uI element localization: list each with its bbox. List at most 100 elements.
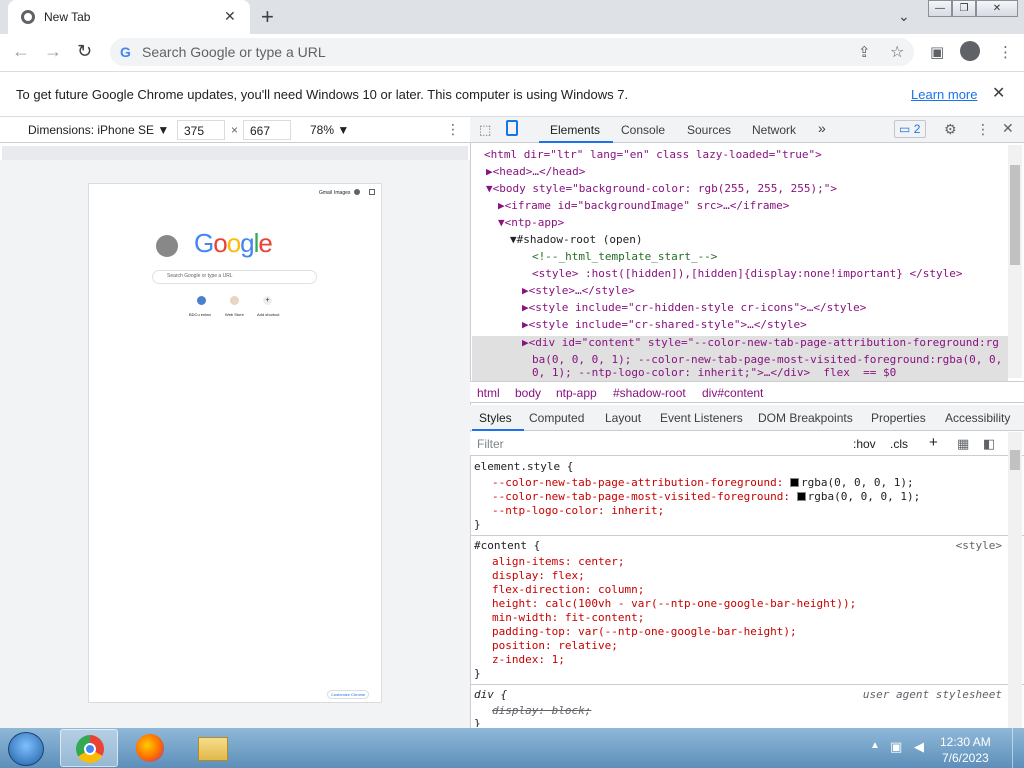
taskbar-explorer[interactable] [184,729,242,767]
css-declaration[interactable]: height: calc(100vh - var(--ntp-one-googl… [474,597,1006,611]
crumb-body[interactable]: body [515,386,541,400]
hov-toggle[interactable]: :hov [853,437,876,451]
css-declaration[interactable]: padding-top: var(--ntp-one-google-bar-he… [474,625,1006,639]
dom-line[interactable]: ▼<body style="background-color: rgb(255,… [472,180,1008,197]
omnibox[interactable]: G Search Google or type a URL ⇪ ☆ [110,38,914,66]
tab-network[interactable]: Network [752,123,796,137]
emulated-phone-page[interactable]: Gmail Images Google Search Google or typ… [88,183,382,703]
shortcut-1-icon[interactable] [197,296,206,305]
dom-scrollbar-thumb[interactable] [1010,165,1020,265]
dom-line[interactable]: ▶<style include="cr-hidden-style cr-icon… [472,299,1008,316]
bookmark-star-icon[interactable]: ☆ [890,42,904,62]
ntp-search-box[interactable]: Search Google or type a URL [152,270,317,284]
tab-computed[interactable]: Computed [529,411,584,425]
dom-line[interactable]: 0, 1); --ntp-logo-color: inherit;">…</di… [472,366,1008,379]
dom-line[interactable]: ▶<style include="cr-shared-style">…</sty… [472,316,1008,333]
crumb-shadow-root[interactable]: #shadow-root [613,386,686,400]
toggle-sidebar-icon[interactable]: ◧ [983,436,995,452]
dom-line[interactable]: ▶<head>…</head> [472,163,1008,180]
minimize-button[interactable]: — [928,0,952,17]
zoom-select[interactable]: 78% ▼ [310,123,349,137]
volume-muted-icon[interactable]: ◀ [914,739,924,755]
device-select[interactable]: Dimensions: iPhone SE ▼ [28,123,169,137]
paint-icon[interactable]: ▦ [957,436,969,452]
more-tabs-icon[interactable]: » [818,120,826,136]
new-rule-icon[interactable]: + [929,434,938,451]
styles-filter-input[interactable]: Filter [477,437,504,451]
tab-close-icon[interactable]: ✕ [224,8,236,25]
tab-styles[interactable]: Styles [479,411,512,425]
system-clock[interactable]: 12:30 AM 7/6/2023 [940,734,991,766]
restore-button[interactable]: ❐ [952,0,976,17]
dom-line[interactable]: <style> :host([hidden]),[hidden]{display… [472,265,1008,282]
profile-avatar-icon[interactable] [960,41,980,61]
styles-scrollbar-thumb[interactable] [1010,450,1020,470]
tab-event-listeners[interactable]: Event Listeners [660,411,743,425]
css-declaration[interactable]: align-items: center; [474,555,1006,569]
dom-line[interactable]: <!--_html_template_start_--> [472,248,1008,265]
dom-line[interactable]: ▶<div id="content" style="--color-new-ta… [472,334,1008,351]
taskbar-chrome[interactable] [60,729,118,767]
windows-start-icon[interactable] [8,732,44,766]
tab-console[interactable]: Console [621,123,665,137]
dom-line[interactable]: ▼<ntp-app> [472,214,1008,231]
devtools-menu-icon[interactable]: ⋮ [976,121,990,138]
side-panel-icon[interactable]: ▣ [930,43,944,61]
close-devtools-icon[interactable]: ✕ [1002,120,1014,137]
css-declaration-overridden[interactable]: display: block; [474,704,1006,718]
close-window-button[interactable]: ✕ [976,0,1018,17]
cls-toggle[interactable]: .cls [890,437,908,451]
height-input[interactable]: 667 [243,120,291,140]
back-button[interactable]: ← [12,41,30,62]
css-declaration[interactable]: --color-new-tab-page-attribution-foregro… [474,476,1006,490]
css-declaration[interactable]: --ntp-logo-color: inherit; [474,504,1006,518]
dom-line[interactable]: ▶<iframe id="backgroundImage" src>…</ifr… [472,197,1008,214]
tab-dom-breakpoints[interactable]: DOM Breakpoints [758,411,853,425]
css-declaration[interactable]: position: relative; [474,639,1006,653]
images-link[interactable]: Images [334,190,350,196]
apps-icon[interactable] [369,189,375,195]
css-declaration[interactable]: --color-new-tab-page-most-visited-foregr… [474,490,1006,504]
new-tab-button[interactable]: + [261,4,274,30]
tab-elements[interactable]: Elements [550,123,600,137]
tab-accessibility[interactable]: Accessibility [945,411,1010,425]
dom-line[interactable]: ▼#shadow-root (open) [472,231,1008,248]
tab-layout[interactable]: Layout [605,411,641,425]
dom-line[interactable]: <html dir="ltr" lang="en" class lazy-loa… [472,146,1008,163]
media-query-ruler[interactable] [2,146,468,160]
css-declaration[interactable]: flex-direction: column; [474,583,1006,597]
css-declaration[interactable]: z-index: 1; [474,653,1006,667]
width-input[interactable]: 375 [177,120,225,140]
tab-search-icon[interactable]: ⌄ [898,8,910,25]
crumb-div-content[interactable]: div#content [702,386,763,400]
tab-properties[interactable]: Properties [871,411,926,425]
css-declaration[interactable]: display: flex; [474,569,1006,583]
learn-more-link[interactable]: Learn more [911,87,977,102]
chrome-menu-icon[interactable]: ⋮ [998,43,1013,61]
add-shortcut-icon[interactable]: + [263,296,272,305]
dom-scrollbar[interactable] [1008,145,1022,378]
crumb-html[interactable]: html [477,386,500,400]
tray-arrow-icon[interactable]: ▲ [870,740,880,751]
crumb-ntp-app[interactable]: ntp-app [556,386,597,400]
dom-line[interactable]: ▶<style>…</style> [472,282,1008,299]
customize-chrome-button[interactable]: Customize Chrome [327,690,370,699]
account-icon[interactable] [354,189,360,195]
styles-scrollbar[interactable] [1008,432,1022,728]
inspect-element-icon[interactable]: ⬚ [479,122,491,138]
gmail-link[interactable]: Gmail [319,190,332,196]
settings-gear-icon[interactable]: ⚙ [944,121,957,138]
tab-sources[interactable]: Sources [687,123,731,137]
rule-source-link[interactable]: <style> [474,539,1006,553]
color-swatch[interactable] [790,478,800,487]
reload-button[interactable]: ↻ [77,41,92,62]
infobar-close-icon[interactable]: ✕ [992,83,1005,103]
tab-new-tab[interactable]: New Tab ✕ [8,0,250,34]
network-icon[interactable]: ▣ [890,739,902,755]
forward-button[interactable]: → [44,41,62,62]
device-more-icon[interactable]: ⋮ [446,121,460,138]
color-swatch[interactable] [796,492,806,501]
taskbar-firefox[interactable] [122,729,180,767]
issues-badge[interactable]: ▭ 2 [894,120,926,138]
css-declaration[interactable]: min-width: fit-content; [474,611,1006,625]
